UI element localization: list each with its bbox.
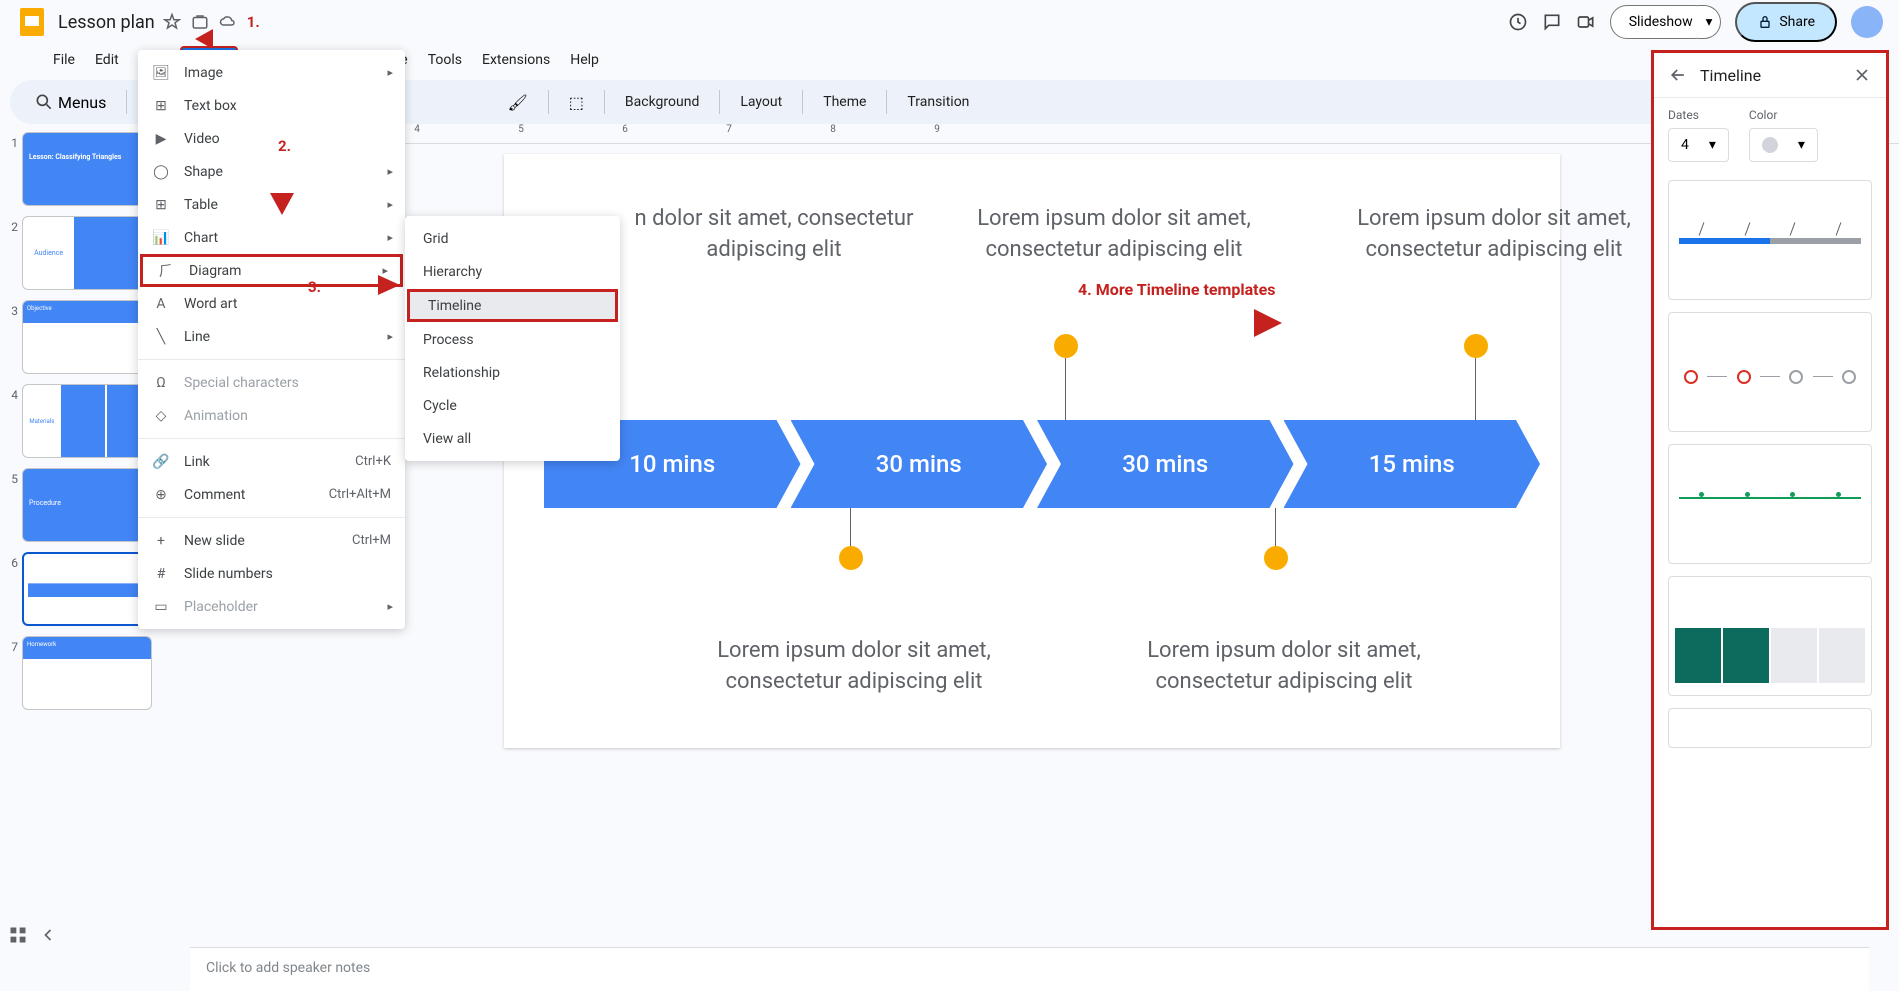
chevron-3[interactable]: 30 mins: [1037, 420, 1294, 508]
menu-slidenum[interactable]: #Slide numbers: [138, 557, 405, 590]
dates-label: Dates: [1668, 108, 1729, 122]
transition-button[interactable]: Transition: [897, 90, 979, 114]
red-arrow-4: [1210, 305, 1282, 341]
template-list: [1654, 172, 1886, 756]
collapse-icon[interactable]: [38, 925, 58, 945]
lock-icon: [1757, 14, 1773, 30]
template-5[interactable]: [1668, 708, 1872, 748]
chevron-4[interactable]: 15 mins: [1284, 420, 1541, 508]
menu-comment[interactable]: ⊕CommentCtrl+Alt+M: [138, 478, 405, 511]
grid-view-icon[interactable]: [8, 925, 28, 945]
theme-button[interactable]: Theme: [813, 90, 876, 114]
search-icon: [34, 92, 54, 112]
insert-menu: 🖼Image ⊞Text box ▶Video ◯Shape ⊞Table 📊C…: [138, 50, 405, 629]
connector-line: [850, 508, 851, 550]
panel-title: Timeline: [1700, 66, 1761, 85]
lorem-text: Lorem ipsum dolor sit amet, consectetur …: [1144, 636, 1424, 698]
doc-title[interactable]: Lesson plan: [58, 12, 155, 33]
menu-edit[interactable]: Edit: [86, 48, 128, 72]
annotation-4: 4. More Timeline templates: [1078, 280, 1275, 299]
menu-newslide[interactable]: +New slideCtrl+M: [138, 524, 405, 557]
submenu-grid[interactable]: Grid: [405, 222, 620, 255]
zoom-fit[interactable]: ⬚: [559, 87, 594, 118]
comment-icon[interactable]: [1542, 12, 1562, 32]
slide-thumb-7[interactable]: 7 Homework: [6, 636, 161, 710]
menu-image[interactable]: 🖼Image: [138, 56, 405, 89]
menu-placeholder: ▭Placeholder: [138, 590, 405, 623]
background-button[interactable]: Background: [615, 90, 709, 114]
menu-line[interactable]: ╲Line: [138, 320, 405, 353]
timeline-dot: [1054, 334, 1078, 358]
lorem-text: Lorem ipsum dolor sit amet, consectetur …: [1354, 204, 1634, 266]
layout-button[interactable]: Layout: [730, 90, 792, 114]
diagram-submenu: Grid Hierarchy Timeline Process Relation…: [405, 216, 620, 461]
slides-logo: [16, 6, 48, 38]
ruler-horizontal: 456789: [165, 124, 1899, 144]
menu-chart[interactable]: 📊Chart: [138, 221, 405, 254]
star-icon[interactable]: [163, 13, 181, 31]
annotation-2: 2.: [278, 137, 291, 155]
connector-line: [1275, 508, 1276, 550]
menu-extensions[interactable]: Extensions: [473, 48, 559, 72]
submenu-hierarchy[interactable]: Hierarchy: [405, 255, 620, 288]
search-menus[interactable]: Menus: [24, 86, 116, 118]
avatar[interactable]: [1851, 6, 1883, 38]
menu-special: ΩSpecial characters: [138, 366, 405, 399]
red-arrow-1: [195, 24, 245, 54]
paint-format[interactable]: 🖌: [497, 87, 537, 118]
timeline-dot: [1264, 546, 1288, 570]
meet-icon[interactable]: [1576, 12, 1596, 32]
lorem-text: n dolor sit amet, consectetur adipiscing…: [634, 204, 914, 266]
speaker-notes[interactable]: Click to add speaker notes: [190, 947, 1869, 991]
connector-line: [1065, 358, 1066, 420]
chevron-row: 10 mins 30 mins 30 mins 15 mins: [544, 420, 1540, 508]
red-arrow-2: [262, 155, 302, 215]
red-arrow-3: [340, 270, 400, 300]
color-label: Color: [1749, 108, 1818, 122]
submenu-relationship[interactable]: Relationship: [405, 356, 620, 389]
submenu-cycle[interactable]: Cycle: [405, 389, 620, 422]
template-3[interactable]: [1668, 444, 1872, 564]
menu-textbox[interactable]: ⊞Text box: [138, 89, 405, 122]
template-1[interactable]: [1668, 180, 1872, 300]
timeline-panel: Timeline Dates 4▾ Color ▾: [1651, 50, 1889, 930]
template-2[interactable]: [1668, 312, 1872, 432]
back-icon[interactable]: [1668, 65, 1688, 85]
bottom-bar: [8, 925, 58, 945]
menu-animation: ◇Animation: [138, 399, 405, 432]
timeline-dot: [839, 546, 863, 570]
timeline-dot: [1464, 334, 1488, 358]
menu-file[interactable]: File: [44, 48, 84, 72]
color-select[interactable]: ▾: [1749, 128, 1818, 162]
close-icon[interactable]: [1852, 65, 1872, 85]
connector-line: [1475, 358, 1476, 420]
annotation-3: 3.: [308, 278, 321, 296]
template-4[interactable]: [1668, 576, 1872, 696]
menu-help[interactable]: Help: [561, 48, 608, 72]
share-button[interactable]: Share: [1735, 2, 1837, 42]
slideshow-dropdown[interactable]: ▾: [1698, 5, 1722, 39]
lorem-text: Lorem ipsum dolor sit amet, consectetur …: [974, 204, 1254, 266]
submenu-process[interactable]: Process: [405, 323, 620, 356]
titlebar: Lesson plan 1. Slideshow ▾ Share: [0, 0, 1899, 44]
annotation-1: 1.: [247, 13, 260, 31]
menu-tools[interactable]: Tools: [419, 48, 471, 72]
slideshow-button[interactable]: Slideshow: [1610, 5, 1712, 39]
submenu-timeline[interactable]: Timeline: [407, 289, 618, 322]
history-icon[interactable]: [1508, 12, 1528, 32]
lorem-text: Lorem ipsum dolor sit amet, consectetur …: [714, 636, 994, 698]
slide-canvas[interactable]: n dolor sit amet, consectetur adipiscing…: [504, 154, 1560, 748]
submenu-viewall[interactable]: View all: [405, 422, 620, 455]
chevron-2[interactable]: 30 mins: [791, 420, 1048, 508]
menu-video[interactable]: ▶Video: [138, 122, 405, 155]
dates-select[interactable]: 4▾: [1668, 128, 1729, 162]
menu-link[interactable]: 🔗LinkCtrl+K: [138, 445, 405, 478]
